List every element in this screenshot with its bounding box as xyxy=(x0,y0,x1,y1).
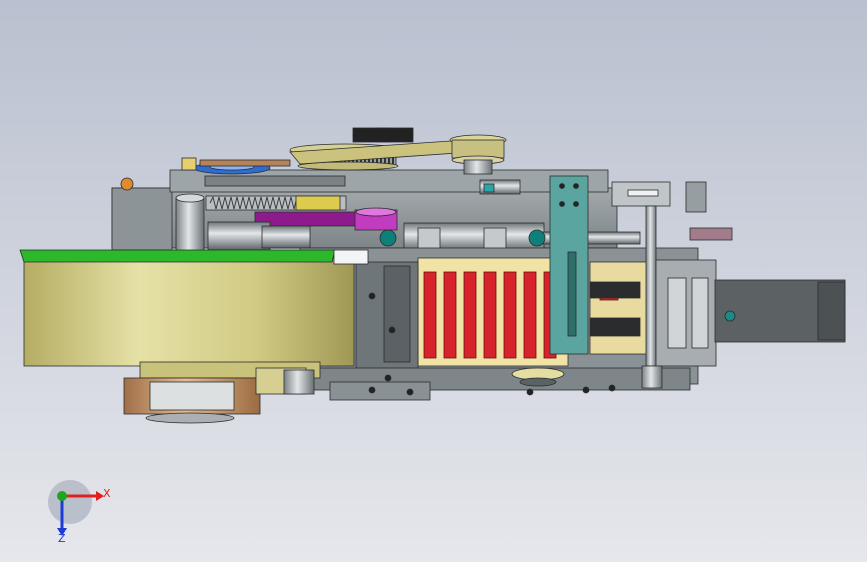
triad-y-axis xyxy=(57,491,67,501)
drum-side-collar-2 xyxy=(283,369,315,395)
triad-origin-shadow xyxy=(48,480,92,524)
cyan-fitting xyxy=(483,183,495,193)
top-black-knob-body xyxy=(352,127,414,143)
green-fitting-right xyxy=(528,229,546,247)
left-dark-column-inner xyxy=(383,265,411,363)
green-fitting-left xyxy=(379,229,397,247)
motor-teal-fitting xyxy=(724,310,736,322)
small-gray-drum xyxy=(207,221,271,251)
magenta-bar xyxy=(254,211,366,227)
coordinate-triad: X Z xyxy=(40,478,120,550)
copper-ring-bottom xyxy=(145,412,235,424)
small-gray-drum-2 xyxy=(261,225,311,249)
big-drum-top xyxy=(19,249,336,263)
right-block-inner xyxy=(667,277,687,349)
lower-rail xyxy=(329,381,431,401)
small-yellow-cap xyxy=(181,157,197,171)
drum-top-white xyxy=(333,249,369,265)
pink-pin xyxy=(689,227,733,241)
triad-x-label: X xyxy=(103,487,111,500)
triad-z-label: Z xyxy=(58,532,66,545)
black-fixture-bottom xyxy=(589,317,641,337)
right-pulley-body xyxy=(451,139,505,159)
orange-button xyxy=(120,177,134,191)
black-fixture-top xyxy=(589,281,641,299)
cylinder-bracket-left xyxy=(417,227,441,251)
yellow-spring-section xyxy=(295,195,341,211)
brown-plate xyxy=(199,159,291,167)
bottom-pulley-ring xyxy=(519,377,557,387)
graphics-viewport[interactable]: X Z xyxy=(0,0,867,562)
cylinder-bracket-right xyxy=(483,227,507,251)
right-block-inner-2 xyxy=(691,277,709,349)
right-mounting-slot xyxy=(627,189,659,197)
right-small-block xyxy=(685,181,707,213)
teal-plate-slot xyxy=(567,251,577,337)
big-drum-body xyxy=(23,257,355,367)
left-housing-block xyxy=(111,187,173,251)
left-vertical-shaft xyxy=(175,197,205,257)
right-pulley-shaft xyxy=(463,159,493,175)
copper-ring-inner xyxy=(149,381,235,411)
left-vertical-shaft-cap xyxy=(175,193,205,203)
bottom-right-foot xyxy=(641,365,663,389)
stepper-motor-endcap xyxy=(817,281,846,341)
right-vertical-rod xyxy=(645,205,657,367)
model-canvas[interactable] xyxy=(0,0,867,562)
magenta-block-cap xyxy=(355,207,397,217)
top-frame-inner xyxy=(204,175,346,187)
